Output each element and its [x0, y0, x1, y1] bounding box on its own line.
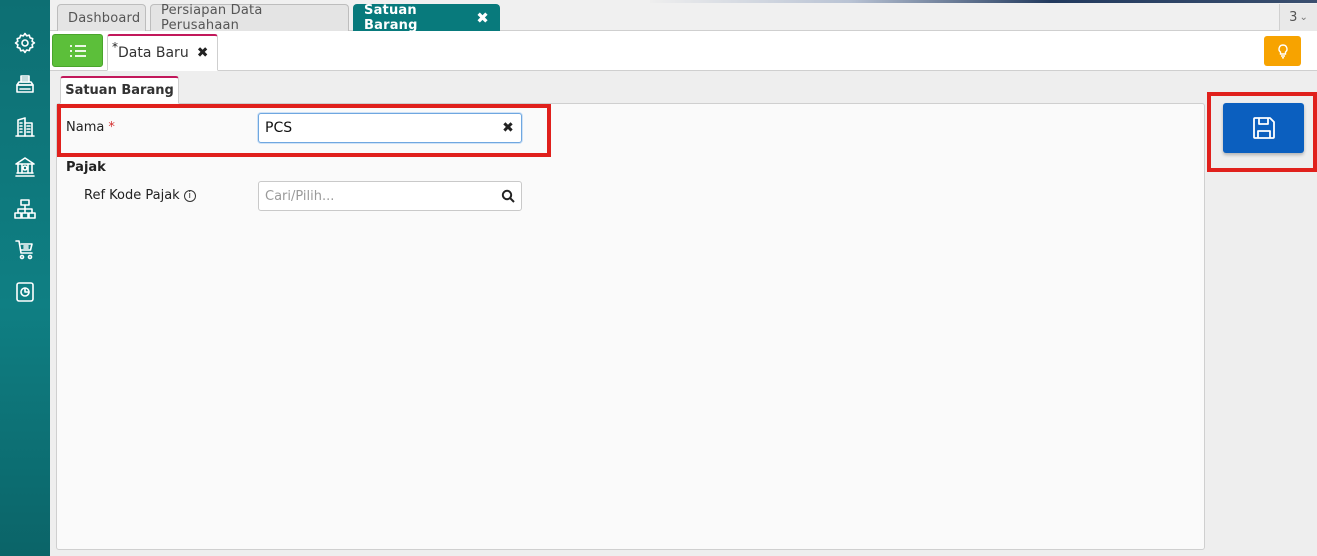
list-button[interactable] — [52, 34, 103, 67]
info-icon[interactable]: i — [183, 190, 196, 202]
document-tab-bar: * Data Baru ✖ — [50, 31, 1317, 71]
building-icon[interactable] — [12, 114, 38, 140]
report-icon[interactable] — [12, 279, 38, 305]
bank-icon[interactable] — [12, 154, 38, 180]
form-tab-label: Satuan Barang — [65, 83, 174, 98]
gear-icon[interactable] — [12, 30, 38, 56]
search-icon[interactable] — [495, 189, 521, 203]
sidebar — [0, 0, 50, 556]
nama-label-text: Nama — [66, 120, 105, 135]
modified-marker: * — [112, 40, 118, 54]
save-button[interactable] — [1223, 103, 1304, 153]
nama-input[interactable] — [259, 114, 495, 142]
tab-persiapan-data-perusahaan[interactable]: Persiapan Data Perusahaan — [150, 3, 349, 33]
tab-label: Satuan Barang — [364, 3, 418, 33]
form-panel — [56, 103, 1205, 550]
tab-label: Persiapan Data Perusahaan — [161, 3, 263, 33]
tab-count: 3 — [1289, 10, 1298, 25]
required-marker: * — [108, 120, 115, 135]
section-pajak: Pajak — [66, 160, 106, 175]
ref-kode-pajak-label: Ref Kode Pajak i — [84, 188, 196, 203]
lightbulb-icon — [1277, 44, 1288, 59]
tab-satuan-barang[interactable]: Satuan Barang ✖ — [353, 3, 500, 33]
top-tab-bar: Dashboard Persiapan Data Perusahaan Satu… — [50, 0, 1317, 33]
chevron-down-icon: ⌄ — [1299, 12, 1308, 23]
close-icon[interactable]: ✖ — [197, 45, 209, 61]
nama-field[interactable]: ✖ — [258, 113, 522, 143]
doc-tab-label: Data Baru — [118, 45, 189, 61]
ref-kode-pajak-label-text: Ref Kode Pajak — [84, 188, 180, 203]
clear-icon[interactable]: ✖ — [495, 120, 521, 136]
tab-label: Dashboard — [68, 10, 141, 26]
network-icon[interactable] — [12, 196, 38, 222]
ref-kode-pajak-field[interactable] — [258, 181, 522, 211]
ref-kode-pajak-input[interactable] — [259, 182, 495, 210]
floppy-disk-icon — [1252, 117, 1275, 139]
doc-tab-data-baru[interactable]: * Data Baru ✖ — [107, 34, 218, 71]
tab-count-dropdown[interactable]: 3 ⌄ — [1279, 4, 1317, 31]
close-icon[interactable]: ✖ — [476, 9, 489, 27]
form-tab-satuan-barang[interactable]: Satuan Barang — [60, 76, 179, 104]
list-icon — [69, 44, 86, 57]
header-decoration — [650, 0, 1317, 3]
cart-icon[interactable] — [12, 237, 38, 263]
printer-icon[interactable] — [12, 72, 38, 98]
nama-label: Nama * — [66, 120, 115, 135]
tab-dashboard[interactable]: Dashboard — [57, 4, 146, 31]
hint-button[interactable] — [1264, 36, 1301, 66]
